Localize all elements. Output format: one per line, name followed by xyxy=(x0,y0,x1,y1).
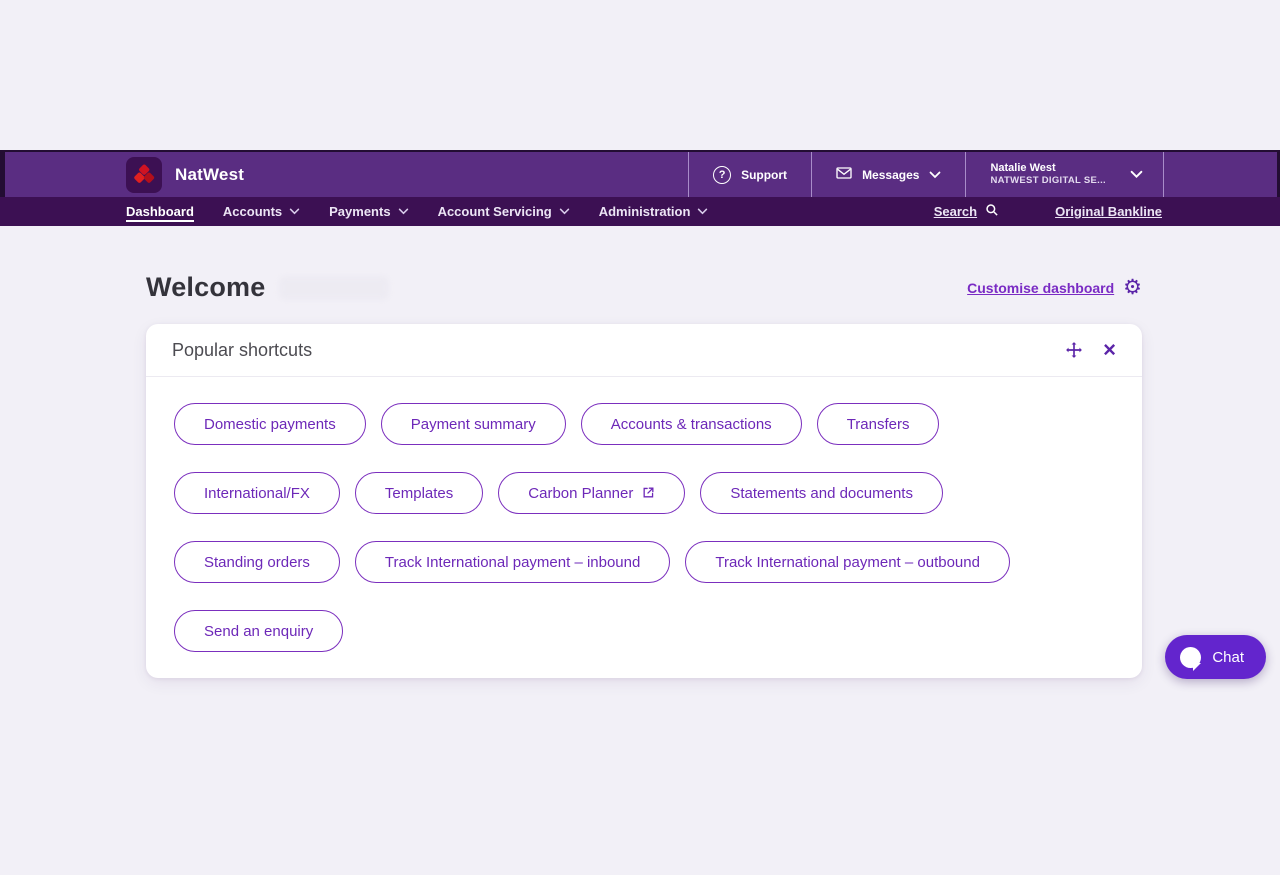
support-label: Support xyxy=(741,167,788,182)
move-icon[interactable] xyxy=(1065,341,1083,359)
shortcut-track-international-inbound[interactable]: Track International payment – inbound xyxy=(354,541,671,583)
user-menu[interactable]: Natalie West NATWEST DIGITAL SE... xyxy=(965,152,1164,197)
envelope-icon xyxy=(836,167,852,182)
dashboard-main: Welcome Customise dashboard ⚙ Popular sh… xyxy=(146,272,1142,678)
shortcut-accounts-transactions[interactable]: Accounts & transactions xyxy=(580,403,802,445)
shortcut-label: Templates xyxy=(384,484,454,502)
original-bankline-label: Original Bankline xyxy=(1055,204,1162,219)
user-identity: Natalie West NATWEST DIGITAL SE... xyxy=(990,161,1106,188)
chevron-down-icon xyxy=(1130,170,1143,179)
redacted-user-name xyxy=(279,275,390,300)
close-icon[interactable]: × xyxy=(1103,339,1116,361)
chevron-down-icon xyxy=(929,171,941,179)
card-title: Popular shortcuts xyxy=(172,339,313,360)
welcome-wrap: Welcome xyxy=(146,272,390,303)
shortcut-label: International/FX xyxy=(204,484,310,502)
user-name: Natalie West xyxy=(990,162,1056,175)
app-header: NatWest ? Support Messages Natalie West … xyxy=(0,150,1280,197)
welcome-row: Welcome Customise dashboard ⚙ xyxy=(146,272,1142,303)
natwest-logo-icon xyxy=(126,156,162,193)
shortcut-domestic-payments[interactable]: Domestic payments xyxy=(174,403,366,445)
shortcut-label: Domestic payments xyxy=(204,415,336,433)
chat-bubble-icon xyxy=(1180,646,1202,671)
card-body: Domestic payments Payment summary Accoun… xyxy=(146,377,1142,678)
nav-utilities: Search Original Bankline xyxy=(934,203,1162,220)
customise-dashboard-link[interactable]: Customise dashboard xyxy=(967,280,1114,296)
shortcut-label: Accounts & transactions xyxy=(610,415,772,433)
chat-label: Chat xyxy=(1212,648,1244,666)
nav-label: Account Servicing xyxy=(437,204,552,219)
shortcut-track-international-outbound[interactable]: Track International payment – outbound xyxy=(685,541,1010,583)
original-bankline-link[interactable]: Original Bankline xyxy=(1055,204,1162,219)
chevron-down-icon xyxy=(697,208,708,215)
messages-label: Messages xyxy=(862,167,920,182)
card-controls: × xyxy=(1065,339,1116,361)
search-label: Search xyxy=(933,204,978,219)
shortcut-international-fx[interactable]: International/FX xyxy=(174,472,340,514)
shortcut-row: Standing orders Track International paym… xyxy=(174,541,1114,583)
shortcut-label: Track International payment – inbound xyxy=(384,553,641,571)
messages-menu[interactable]: Messages xyxy=(811,152,965,197)
popular-shortcuts-card: Popular shortcuts × Domestic payments Pa… xyxy=(146,324,1142,678)
shortcut-label: Track International payment – outbound xyxy=(715,553,980,571)
external-link-icon xyxy=(642,486,655,499)
shortcut-label: Statements and documents xyxy=(730,484,913,502)
nav-administration[interactable]: Administration xyxy=(599,202,709,221)
chevron-down-icon xyxy=(559,208,570,215)
primary-nav: Dashboard Accounts Payments Account Serv… xyxy=(0,197,1280,226)
header-actions: ? Support Messages Natalie West NATWEST … xyxy=(688,152,1164,197)
shortcut-statements-documents[interactable]: Statements and documents xyxy=(700,472,943,514)
search-icon xyxy=(985,203,999,220)
chevron-down-icon xyxy=(398,208,409,215)
nav-dashboard[interactable]: Dashboard xyxy=(126,202,194,222)
brand-group: NatWest xyxy=(126,156,245,193)
shortcut-label: Carbon Planner xyxy=(528,484,634,502)
shortcut-label: Payment summary xyxy=(410,415,536,433)
user-organisation: NATWEST DIGITAL SE... xyxy=(990,175,1106,187)
brand-name: NatWest xyxy=(175,164,245,184)
support-button[interactable]: ? Support xyxy=(688,152,811,197)
chat-button[interactable]: Chat xyxy=(1165,635,1266,679)
nav-accounts[interactable]: Accounts xyxy=(223,202,300,221)
shortcut-transfers[interactable]: Transfers xyxy=(816,403,940,445)
nav-label: Administration xyxy=(598,204,691,219)
page-title: Welcome xyxy=(146,272,266,302)
nav-account-servicing[interactable]: Account Servicing xyxy=(438,202,570,221)
nav-payments[interactable]: Payments xyxy=(329,202,408,221)
chevron-down-icon xyxy=(289,208,300,215)
nav-label: Dashboard xyxy=(126,203,194,219)
shortcut-row: International/FX Templates Carbon Planne… xyxy=(174,472,1114,514)
shortcut-standing-orders[interactable]: Standing orders xyxy=(174,541,340,583)
question-circle-icon: ? xyxy=(713,165,732,184)
search-link[interactable]: Search xyxy=(934,203,999,220)
shortcut-label: Send an enquiry xyxy=(204,622,314,640)
shortcut-templates[interactable]: Templates xyxy=(354,472,484,514)
shortcut-carbon-planner[interactable]: Carbon Planner xyxy=(498,472,686,514)
shortcut-row: Send an enquiry xyxy=(174,610,1114,652)
gear-icon[interactable]: ⚙ xyxy=(1123,277,1142,298)
nav-label: Payments xyxy=(329,204,391,219)
shortcut-row: Domestic payments Payment summary Accoun… xyxy=(174,403,1114,445)
shortcut-payment-summary[interactable]: Payment summary xyxy=(380,403,566,445)
nav-label: Accounts xyxy=(222,204,283,219)
card-header: Popular shortcuts × xyxy=(146,324,1142,377)
shortcut-send-enquiry[interactable]: Send an enquiry xyxy=(174,610,344,652)
shortcut-label: Standing orders xyxy=(204,553,310,571)
page-top-spacer xyxy=(0,0,1280,150)
customise-group: Customise dashboard ⚙ xyxy=(967,277,1142,298)
shortcut-label: Transfers xyxy=(846,415,910,433)
nav-links: Dashboard Accounts Payments Account Serv… xyxy=(126,202,708,222)
